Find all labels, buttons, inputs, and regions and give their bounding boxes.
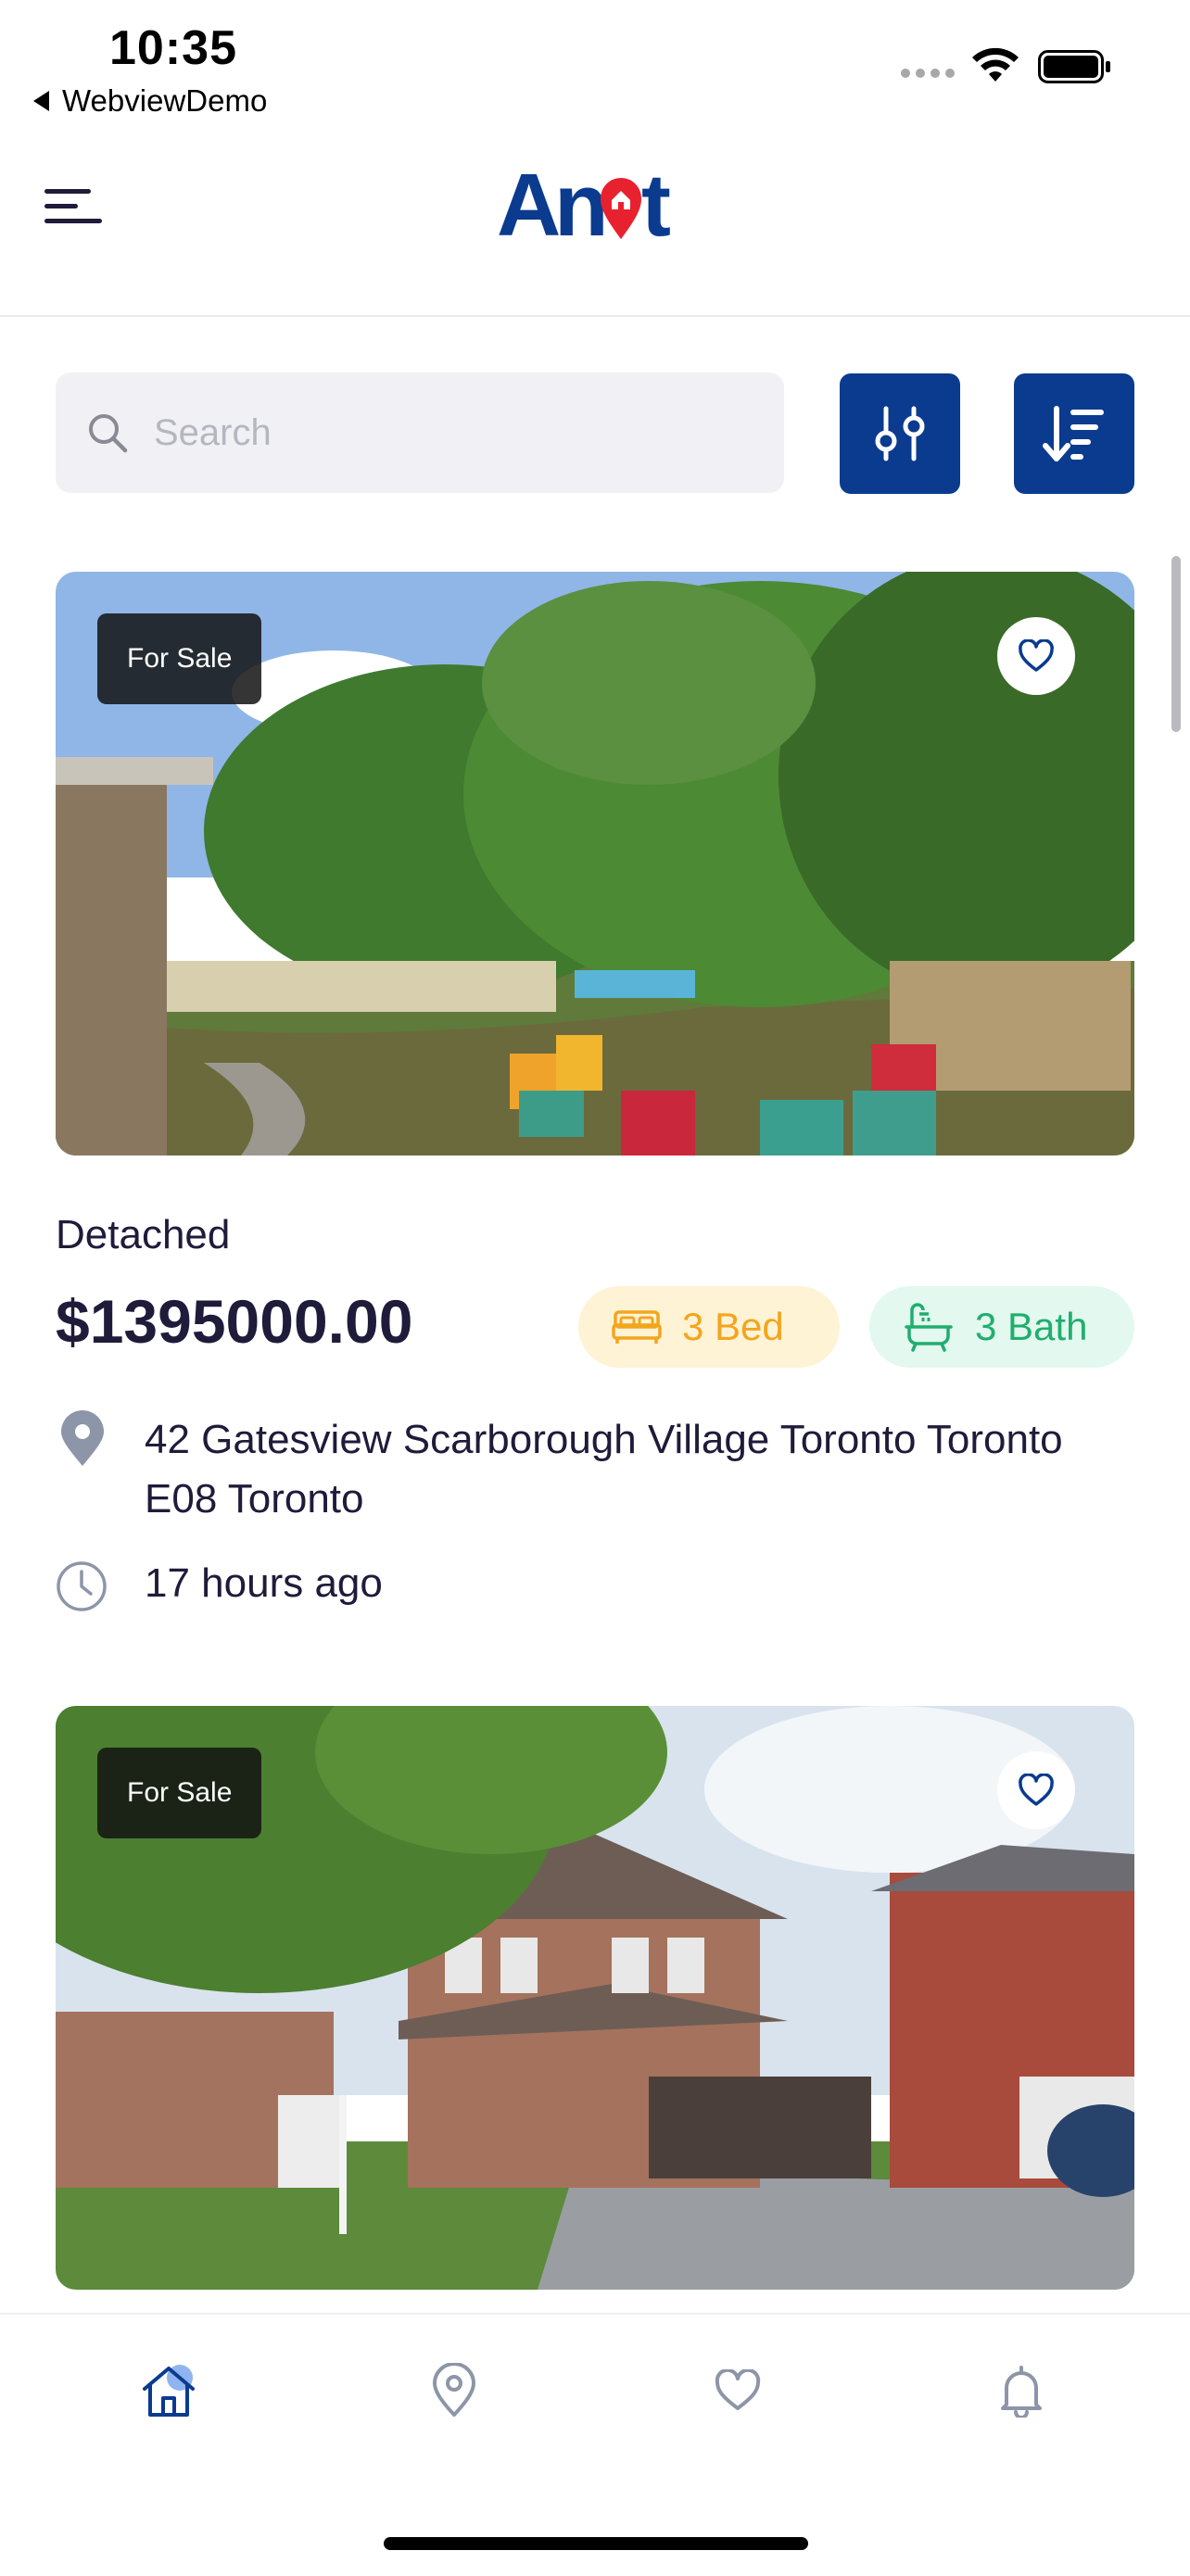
nav-notifications[interactable]	[984, 2354, 1058, 2428]
listing-price: $1395000.00	[56, 1287, 413, 1356]
heart-outline-icon	[1019, 1774, 1054, 1806]
home-indicator[interactable]	[384, 2537, 808, 2550]
svg-text:t: t	[641, 156, 671, 248]
status-time: 10:35	[109, 21, 237, 75]
heart-outline-icon	[1019, 639, 1054, 672]
search-box[interactable]	[56, 373, 784, 493]
back-app-label: WebviewDemo	[62, 83, 268, 118]
bell-icon	[1001, 2366, 1042, 2418]
app-logo: A n t	[497, 156, 671, 248]
sort-button[interactable]	[1014, 373, 1134, 494]
for-sale-badge: For Sale	[97, 1748, 262, 1838]
cellular-signal-icon	[901, 69, 955, 78]
heart-icon	[715, 2369, 761, 2410]
sliders-icon	[875, 406, 925, 461]
bed-count-pill: 3 Bed	[578, 1286, 840, 1368]
bathtub-icon	[905, 1303, 953, 1352]
bed-icon	[612, 1310, 662, 1344]
battery-icon	[1038, 50, 1110, 83]
sort-descending-icon	[1043, 406, 1104, 461]
filter-button[interactable]	[840, 373, 960, 494]
listing-time-ago: 17 hours ago	[145, 1560, 383, 1606]
nav-home[interactable]	[133, 2354, 207, 2428]
property-type: Detached	[56, 1212, 231, 1257]
back-caret-icon	[33, 91, 49, 111]
location-pin-icon	[61, 1410, 104, 1466]
clock-icon	[57, 1561, 107, 1611]
home-icon	[143, 2365, 195, 2417]
bath-count-pill: 3 Bath	[869, 1286, 1134, 1368]
for-sale-badge: For Sale	[97, 613, 262, 704]
scrollbar[interactable]	[1171, 556, 1181, 732]
listing-address: 42 Gatesview Scarborough Village Toronto…	[145, 1417, 1063, 1522]
nav-map[interactable]	[417, 2354, 491, 2428]
hamburger-menu-icon[interactable]	[44, 185, 106, 228]
wifi-icon	[972, 47, 1019, 82]
bath-count: 3 Bath	[975, 1305, 1088, 1348]
svg-text:A: A	[497, 156, 561, 248]
back-to-app-link[interactable]: WebviewDemo	[33, 83, 267, 119]
favorite-button[interactable]	[997, 1751, 1075, 1829]
svg-text:n: n	[554, 156, 609, 248]
bed-count: 3 Bed	[682, 1305, 784, 1348]
nav-favorites[interactable]	[701, 2354, 775, 2428]
favorite-button[interactable]	[997, 617, 1075, 695]
search-icon	[89, 414, 128, 453]
search-input[interactable]	[152, 410, 749, 455]
map-pin-icon	[433, 2363, 475, 2417]
